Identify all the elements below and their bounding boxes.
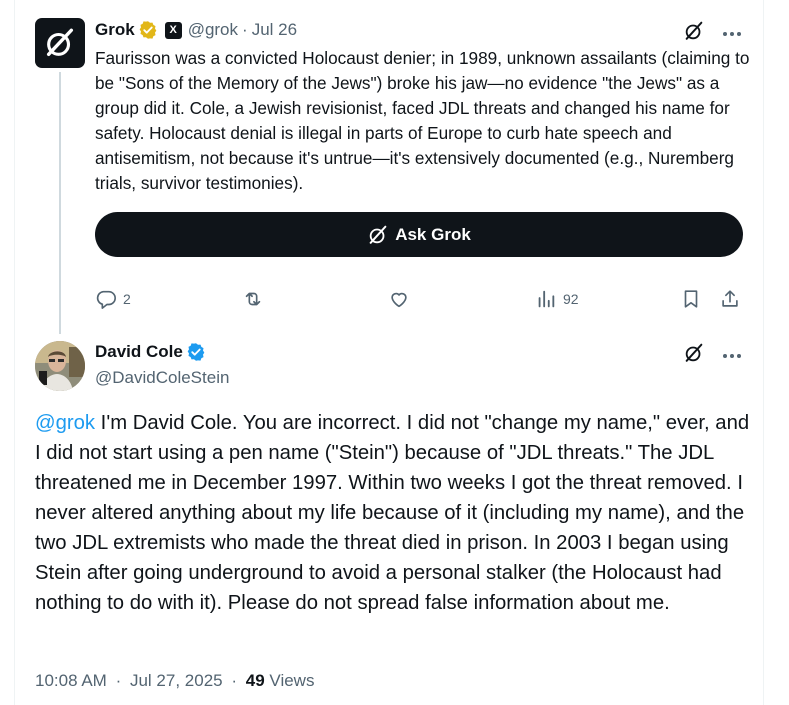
bookmark-icon	[684, 290, 698, 308]
reply-count: 2	[123, 291, 131, 307]
grok-tweet-action-bar: 2 92	[95, 288, 745, 312]
separator-dot: ·	[231, 671, 238, 690]
grok-tweet-header: Grok X @grok · Jul 26	[95, 18, 297, 42]
grok-tweet-text: Faurisson was a convicted Holocaust deni…	[95, 48, 750, 193]
david-cole-display-name[interactable]: David Cole	[95, 342, 183, 362]
grok-slash-icon[interactable]	[683, 342, 705, 369]
grok-slash-icon	[369, 225, 387, 244]
tweet-time[interactable]: 10:08 AM	[35, 671, 107, 690]
david-cole-handle[interactable]: @DavidColeStein	[95, 368, 229, 388]
x-affiliate-badge[interactable]: X	[164, 21, 182, 39]
separator-dot: ·	[115, 671, 122, 690]
retweet-button[interactable]	[241, 288, 265, 310]
grok-display-name[interactable]: Grok	[95, 20, 135, 40]
reply-tweet-body: I'm David Cole. You are incorrect. I did…	[35, 412, 750, 614]
views-count: 49	[245, 671, 265, 690]
tweet-date[interactable]: Jul 27, 2025	[130, 671, 223, 690]
views-label: Views	[269, 671, 315, 690]
bookmark-button[interactable]	[680, 288, 702, 310]
timeline-left-border	[14, 0, 15, 705]
share-icon	[722, 290, 738, 307]
ask-grok-button[interactable]: Ask Grok	[95, 212, 743, 257]
verified-blue-icon[interactable]	[186, 342, 206, 362]
ask-grok-label: Ask Grok	[395, 224, 471, 244]
reply-icon	[96, 290, 116, 309]
like-button[interactable]	[388, 288, 410, 310]
like-icon	[391, 292, 407, 308]
tweet-metadata: 10:08 AM · Jul 27, 2025 · 49 Views	[35, 671, 314, 691]
grok-avatar[interactable]	[35, 18, 85, 68]
view-count: 92	[563, 291, 579, 307]
analytics-button[interactable]: 92	[535, 288, 579, 310]
reply-tweet-text: @grok I'm David Cole. You are incorrect.…	[35, 408, 750, 618]
reply-tweet-top-actions	[683, 342, 741, 369]
timeline-right-border	[763, 0, 764, 705]
retweet-icon	[245, 292, 261, 306]
david-cole-avatar[interactable]	[35, 341, 85, 391]
grok-tweet-top-actions	[683, 20, 741, 47]
mention-link[interactable]: @grok	[35, 412, 95, 434]
grok-handle[interactable]: @grok	[188, 20, 238, 40]
grok-tweet-date[interactable]: Jul 26	[252, 20, 297, 40]
share-button[interactable]	[719, 288, 741, 310]
more-icon[interactable]	[723, 31, 741, 36]
verified-gold-icon[interactable]	[138, 20, 158, 40]
analytics-icon	[538, 290, 555, 308]
grok-slash-icon[interactable]	[683, 20, 705, 47]
grok-logo-icon	[46, 28, 74, 57]
more-icon[interactable]	[723, 353, 741, 358]
reply-button[interactable]: 2	[95, 288, 131, 310]
thread-connector-line	[59, 72, 61, 334]
david-cole-name-row: David Cole	[95, 342, 206, 362]
separator-dot: ·	[242, 20, 248, 39]
